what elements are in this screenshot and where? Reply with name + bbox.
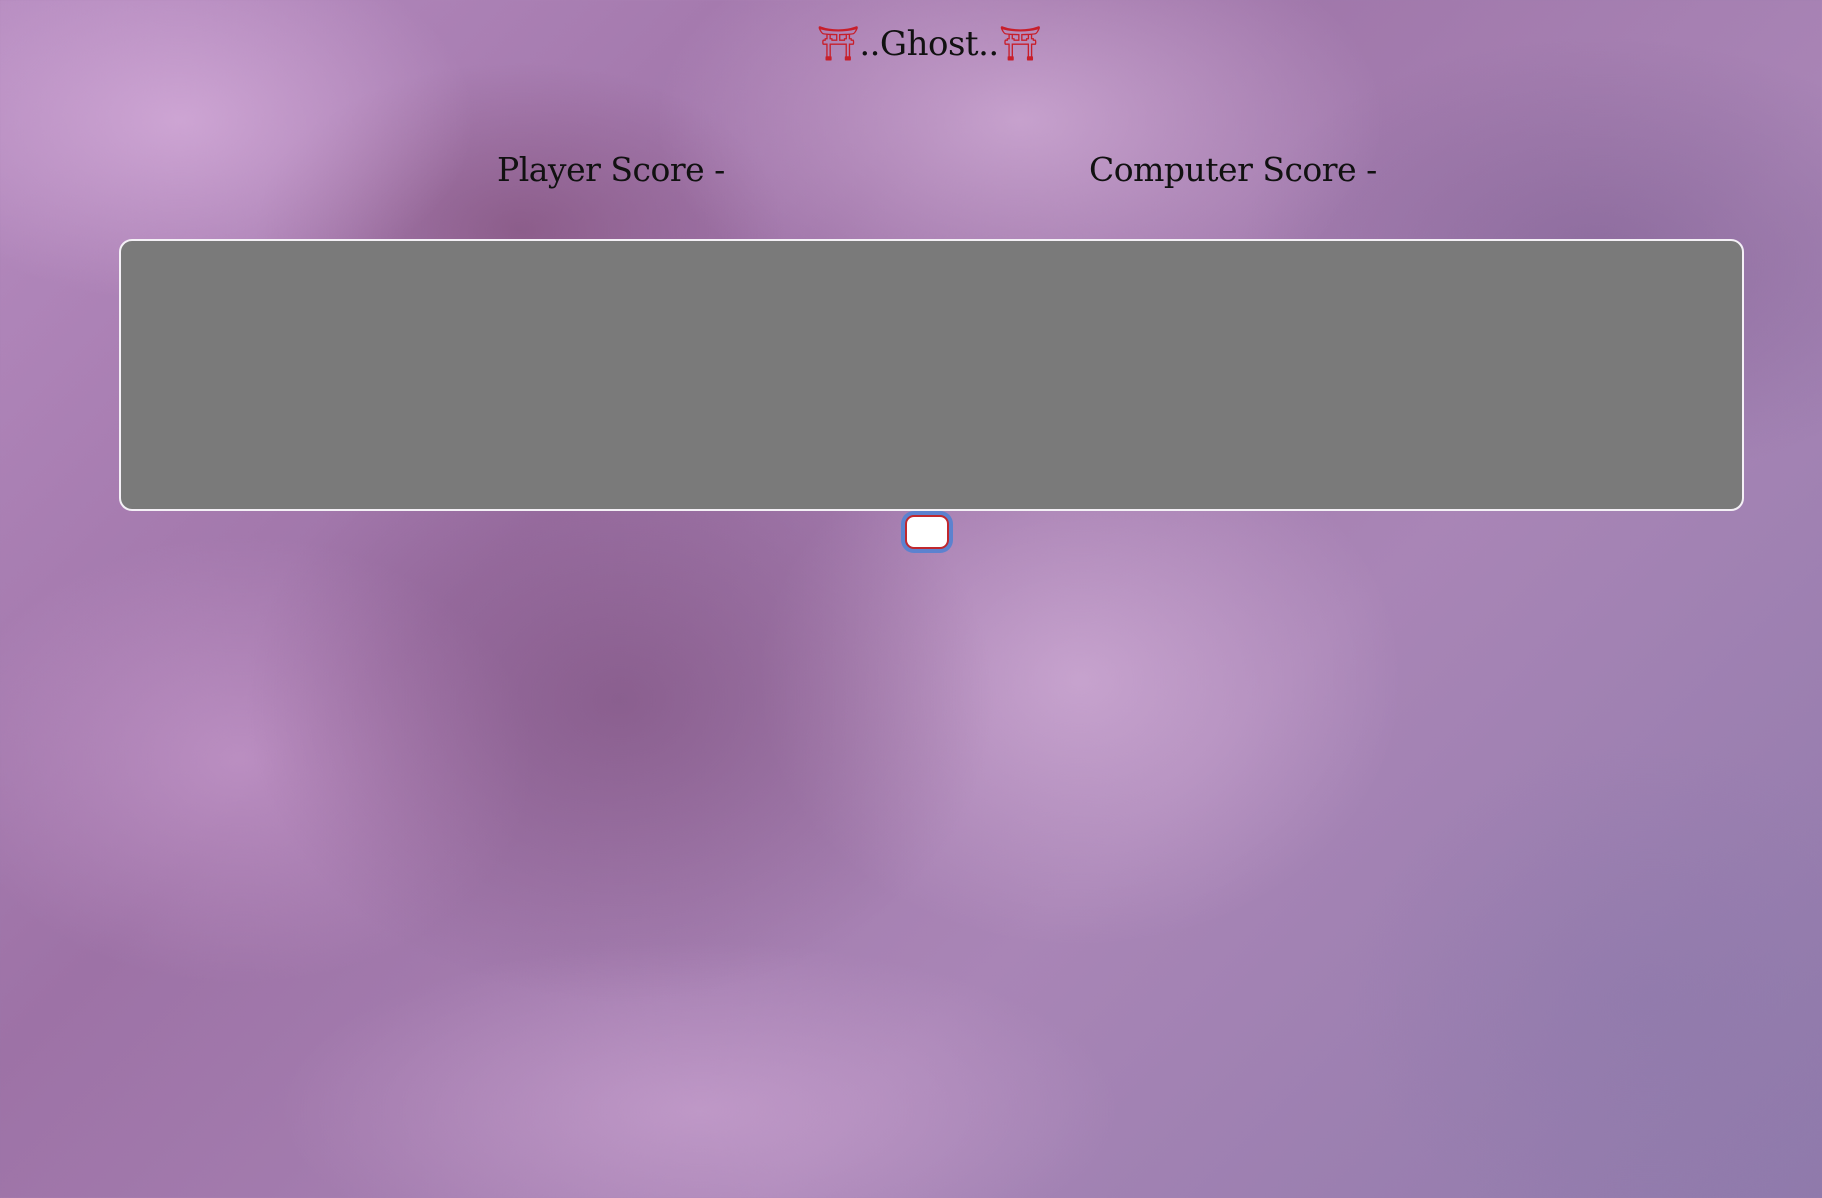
torii-gate-icon: ⛩ bbox=[998, 24, 1042, 64]
torii-gate-icon: ⛩ bbox=[816, 24, 860, 64]
game-page: { "header": { "title_prefix_icon": "⛩", … bbox=[0, 0, 1822, 1198]
game-title-text: ..Ghost.. bbox=[859, 24, 999, 64]
letter-input[interactable] bbox=[905, 515, 949, 549]
game-board bbox=[119, 239, 1744, 511]
page-title: ⛩..Ghost..⛩ bbox=[0, 24, 1822, 64]
player-score-label: Player Score - bbox=[497, 150, 725, 189]
computer-score-label: Computer Score - bbox=[1089, 150, 1377, 189]
